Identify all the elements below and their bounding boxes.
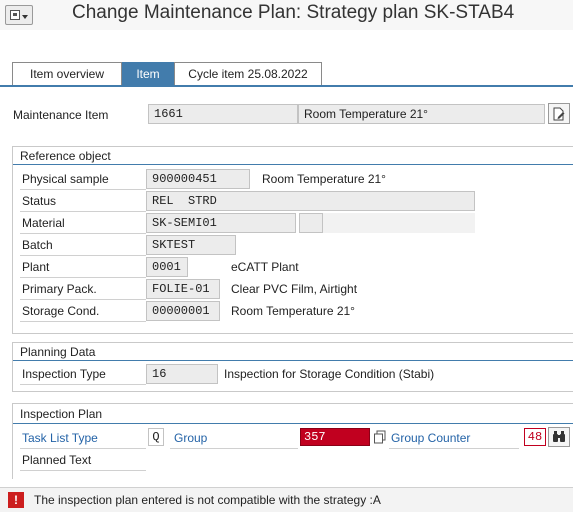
status-label: Status bbox=[22, 194, 57, 208]
physical-sample-description: Room Temperature 21° bbox=[262, 172, 386, 186]
row-divider bbox=[20, 277, 146, 278]
physical-sample-field[interactable]: 900000451 bbox=[146, 169, 250, 189]
batch-label: Batch bbox=[22, 238, 53, 252]
batch-field[interactable]: SKTEST bbox=[146, 235, 236, 255]
caret-down-icon bbox=[22, 15, 28, 19]
plant-description: eCATT Plant bbox=[231, 260, 299, 274]
primary-pack-description: Clear PVC Film, Airtight bbox=[231, 282, 358, 296]
inspection-plan-title: Inspection Plan bbox=[20, 407, 103, 421]
tab-cycle-item[interactable]: Cycle item 25.08.2022 bbox=[174, 62, 322, 85]
maintenance-item-description[interactable]: Room Temperature 21° bbox=[298, 104, 545, 124]
maintenance-item-label: Maintenance Item bbox=[13, 108, 109, 122]
row-divider bbox=[20, 448, 146, 449]
row-divider bbox=[20, 470, 146, 471]
row-divider bbox=[20, 255, 146, 256]
material-extra-field[interactable] bbox=[299, 213, 323, 233]
maintenance-item-field[interactable]: 1661 bbox=[148, 104, 298, 124]
planning-data-title: Planning Data bbox=[20, 345, 96, 359]
material-label: Material bbox=[22, 216, 65, 230]
row-divider bbox=[170, 448, 298, 449]
group-counter-field[interactable]: 48 bbox=[524, 428, 546, 446]
error-icon: ! bbox=[8, 492, 24, 508]
status-bar: ! The inspection plan entered is not com… bbox=[0, 487, 573, 512]
physical-sample-label: Physical sample bbox=[22, 172, 109, 186]
row-divider bbox=[389, 448, 519, 449]
status-message[interactable]: The inspection plan entered is not compa… bbox=[34, 493, 381, 507]
group-label: Group bbox=[174, 431, 208, 445]
tab-item[interactable]: Item bbox=[122, 62, 174, 85]
storage-cond-label: Storage Cond. bbox=[22, 304, 100, 318]
plant-label: Plant bbox=[22, 260, 50, 274]
storage-cond-field[interactable]: 00000001 bbox=[146, 301, 220, 321]
document-edit-icon bbox=[553, 107, 565, 120]
task-list-type-field[interactable]: Q bbox=[148, 428, 164, 446]
material-description-area bbox=[323, 213, 475, 233]
page-title: Change Maintenance Plan: Strategy plan S… bbox=[72, 2, 515, 23]
menu-button[interactable] bbox=[5, 5, 33, 25]
planning-data-divider bbox=[13, 360, 573, 361]
group-counter-label: Group Counter bbox=[391, 431, 471, 445]
search-button[interactable] bbox=[548, 427, 570, 447]
row-divider bbox=[20, 299, 146, 300]
binoculars-icon bbox=[553, 431, 565, 442]
task-list-type-label: Task List Type bbox=[22, 431, 98, 445]
row-divider bbox=[20, 384, 146, 385]
row-divider bbox=[20, 321, 146, 322]
row-divider bbox=[20, 211, 146, 212]
primary-pack-label: Primary Pack. bbox=[22, 282, 97, 296]
status-field[interactable]: REL STRD bbox=[146, 191, 475, 211]
reference-object-title: Reference object bbox=[20, 149, 111, 163]
tab-item-overview[interactable]: Item overview bbox=[12, 62, 122, 85]
row-divider bbox=[20, 233, 146, 234]
group-field[interactable]: 357 bbox=[300, 428, 370, 446]
inspection-type-description: Inspection for Storage Condition (Stabi) bbox=[224, 367, 435, 381]
material-field[interactable]: SK-SEMI01 bbox=[146, 213, 296, 233]
row-divider bbox=[20, 189, 146, 190]
primary-pack-field[interactable]: FOLIE-01 bbox=[146, 279, 220, 299]
reference-object-divider bbox=[13, 164, 573, 165]
inspection-type-label: Inspection Type bbox=[22, 367, 106, 381]
long-text-button[interactable] bbox=[548, 103, 570, 124]
tabstrip: Item overview Item Cycle item 25.08.2022 bbox=[0, 62, 573, 87]
inspection-type-field[interactable]: 16 bbox=[146, 364, 218, 384]
storage-cond-description: Room Temperature 21° bbox=[231, 304, 355, 318]
plant-field[interactable]: 0001 bbox=[146, 257, 188, 277]
copy-icon[interactable] bbox=[373, 430, 387, 444]
inspection-plan-divider bbox=[13, 423, 573, 424]
window-menu-icon bbox=[10, 10, 20, 20]
planned-text-label: Planned Text bbox=[22, 453, 92, 467]
